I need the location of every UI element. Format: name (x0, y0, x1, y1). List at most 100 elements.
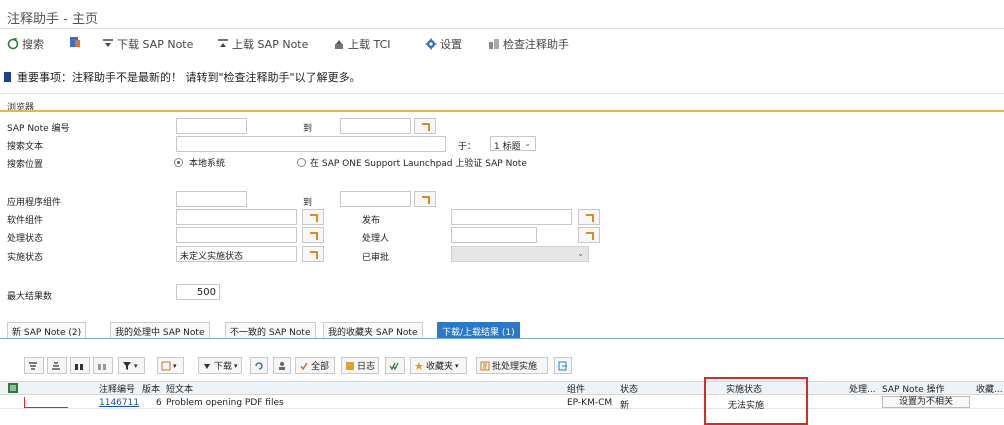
double-check-icon (389, 362, 399, 370)
column-component[interactable]: 组件 (567, 382, 585, 395)
sap-note-number-to-input[interactable] (340, 118, 411, 134)
select-all-icon (300, 362, 308, 370)
tab-my-favorites[interactable]: 我的收藏夹 SAP Note (323, 322, 423, 338)
app-component-to-input[interactable] (340, 191, 411, 207)
sum-icon (161, 361, 171, 370)
software-component-input[interactable] (176, 209, 297, 225)
release-multiple-selection-button[interactable] (578, 209, 600, 225)
search-text-input[interactable] (176, 136, 446, 152)
column-short-text[interactable]: 短文本 (166, 382, 193, 395)
app-component-label: 应用程序组件 (7, 198, 62, 208)
download-button[interactable]: 下载 ▾ (198, 357, 242, 374)
upload-tci-icon (335, 40, 343, 49)
search-in-select[interactable]: 1 标题 ⌄ (490, 136, 536, 152)
row-selection-marker[interactable] (24, 397, 68, 408)
processing-status-multiple-selection-button[interactable] (302, 227, 324, 243)
column-note-action[interactable]: SAP Note 操作 (882, 382, 945, 395)
select-all-label: 全部 (311, 362, 330, 372)
log-label: 日志 (356, 362, 375, 372)
column-favorite[interactable]: 收藏... (976, 382, 1003, 395)
batch-icon (480, 361, 490, 370)
set-not-relevant-button[interactable]: 设置为不相关 (882, 396, 970, 408)
upload-tci-button[interactable]: 上载 TCI (333, 36, 391, 52)
settings-button[interactable]: 设置 (425, 36, 462, 52)
batch-implementation-label: 批处理实施 (492, 362, 538, 372)
export-button[interactable] (554, 357, 572, 374)
cell-short-text: Problem opening PDF files (166, 398, 284, 408)
app-component-to-label: 到 (303, 198, 313, 208)
find-button[interactable] (70, 357, 90, 374)
search-button[interactable]: 搜索 (7, 36, 44, 52)
cell-status: 新 (620, 401, 630, 411)
app-component-multiple-selection-button[interactable] (414, 191, 436, 207)
processing-status-input[interactable] (176, 227, 297, 243)
launchpad-radio-group[interactable]: 在 SAP ONE Support Launchpad 上验证 SAP Note (297, 156, 527, 169)
column-version[interactable]: 版本 (142, 382, 160, 395)
sap-note-number-label: SAP Note 编号 (7, 124, 70, 134)
sum-button[interactable]: ▾ (157, 357, 184, 374)
check-note-assistant-button[interactable]: 检查注释助手 (488, 36, 569, 52)
window-title: 注释助手 - 主页 (7, 12, 98, 27)
release-input[interactable] (451, 209, 572, 225)
download-label: 下载 (214, 362, 233, 372)
column-processor[interactable]: 处理... (849, 382, 876, 395)
column-note-number[interactable]: 注释编号 (99, 382, 135, 395)
processor-label: 处理人 (362, 234, 390, 244)
sort-ascending-button[interactable] (24, 357, 44, 374)
app-component-from-input[interactable] (176, 191, 247, 207)
star-icon (414, 361, 424, 370)
software-component-multiple-selection-button[interactable] (302, 209, 324, 225)
local-system-radio[interactable] (174, 158, 183, 167)
log-button[interactable]: 日志 (341, 357, 379, 374)
undo-button[interactable] (250, 357, 268, 374)
sap-note-multiple-selection-button[interactable] (414, 118, 436, 134)
upload-tci-label: 上载 TCI (348, 38, 391, 51)
implementation-status-multiple-selection-button[interactable] (302, 246, 324, 262)
find-next-button[interactable] (93, 357, 113, 374)
check-note-assistant-label: 检查注释助手 (503, 38, 569, 51)
max-results-label: 最大结果数 (7, 292, 53, 302)
notes-book-button[interactable] (69, 36, 81, 48)
processor-input[interactable] (451, 227, 537, 243)
approved-select[interactable]: ⌄ (451, 246, 589, 262)
processor-multiple-selection-button[interactable] (578, 227, 600, 243)
tab-strip-divider (0, 338, 1004, 339)
filter-button[interactable]: ▾ (118, 357, 145, 374)
table-settings-icon[interactable] (8, 383, 18, 393)
cell-component: EP-KM-CM (567, 398, 613, 408)
favorites-button[interactable]: 收藏夹 ▾ (410, 357, 467, 374)
check-icon (489, 39, 499, 49)
sort-descending-icon (52, 361, 60, 370)
implementation-status-label: 实施状态 (7, 253, 44, 263)
download-sap-note-label: 下载 SAP Note (117, 38, 194, 51)
tab-my-in-process[interactable]: 我的处理中 SAP Note (110, 322, 210, 338)
table-row[interactable] (0, 395, 1004, 409)
notice-bar: 重要事项：注释助手不是最新的！ 请转到"检查注释助手"以了解更多。 (4, 69, 361, 85)
sort-ascending-icon (29, 361, 37, 370)
download-icon (103, 39, 113, 47)
launchpad-radio[interactable] (297, 158, 306, 167)
local-system-label: 本地系统 (189, 159, 226, 169)
tab-new-sap-notes[interactable]: 新 SAP Note (2) (7, 322, 87, 338)
note-number-link[interactable]: 1146711 (99, 398, 139, 408)
chevron-down-icon: ⌄ (524, 139, 531, 148)
filter-icon (123, 361, 131, 370)
implementation-status-input[interactable]: 未定义实施状态 (176, 246, 297, 262)
approved-label: 已审批 (362, 253, 390, 263)
search-in-value: 1 标题 (494, 142, 521, 152)
download-sap-note-button[interactable]: 下载 SAP Note (102, 36, 193, 52)
upload-icon (218, 39, 228, 47)
group-divider (0, 110, 1004, 112)
sap-note-number-from-input[interactable] (176, 118, 247, 134)
sort-descending-button[interactable] (47, 357, 67, 374)
tab-inconsistent[interactable]: 不一致的 SAP Note (225, 322, 316, 338)
select-all-button[interactable]: 全部 (295, 357, 335, 374)
column-status[interactable]: 状态 (620, 382, 638, 395)
local-system-radio-group[interactable]: 本地系统 (174, 156, 225, 169)
assign-button[interactable] (273, 357, 291, 374)
upload-sap-note-button[interactable]: 上载 SAP Note (217, 36, 308, 52)
check-button[interactable] (385, 357, 405, 374)
tab-download-upload-results[interactable]: 下载/上载结果 (1) (437, 322, 520, 338)
batch-implementation-button[interactable]: 批处理实施 (476, 357, 548, 374)
max-results-input[interactable]: 500 (176, 284, 220, 300)
